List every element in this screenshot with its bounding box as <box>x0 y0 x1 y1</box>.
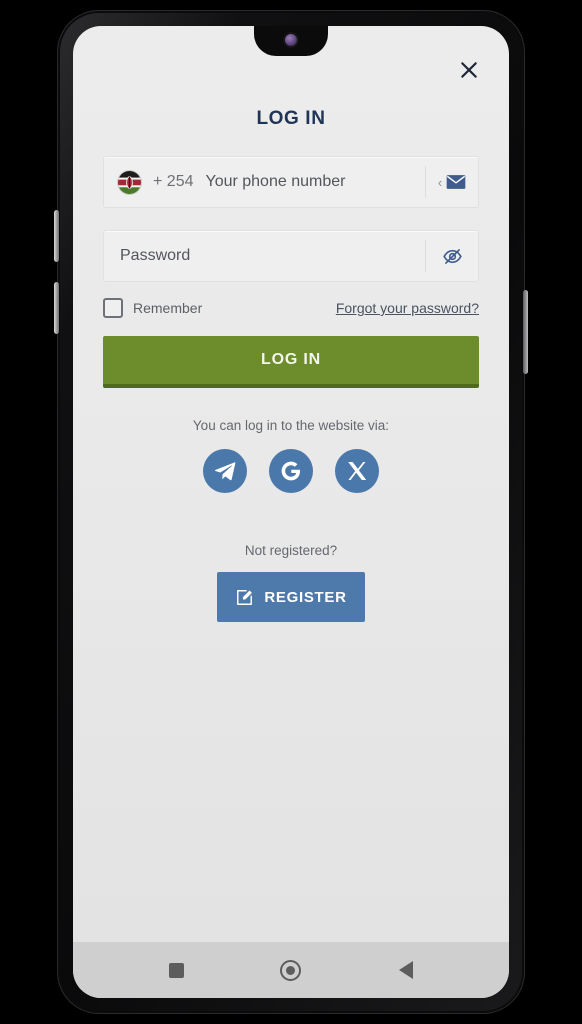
nav-home-button[interactable] <box>269 948 313 992</box>
telegram-icon <box>213 459 237 483</box>
android-navigation-bar <box>73 942 509 998</box>
edit-pencil-icon <box>235 588 254 607</box>
x-icon <box>345 459 369 483</box>
nav-recents-button[interactable] <box>154 948 198 992</box>
front-camera-icon <box>285 34 297 46</box>
toggle-password-visibility-button[interactable] <box>426 230 478 282</box>
country-dial-code[interactable]: + 254 <box>153 173 193 191</box>
password-field[interactable] <box>103 230 479 282</box>
phone-number-field[interactable]: + 254 ‹ <box>103 156 479 208</box>
kenya-flag-icon[interactable] <box>118 170 141 194</box>
register-caption: Not registered? <box>244 543 338 558</box>
chevron-left-icon: ‹ <box>437 174 443 190</box>
circle-home-icon <box>280 959 302 981</box>
phone-device-frame: LOG IN + 254 Your phone number ‹ Passwor… <box>54 10 528 1014</box>
close-button[interactable] <box>453 56 485 88</box>
password-input[interactable] <box>104 247 425 265</box>
volume-up-button[interactable] <box>54 210 59 262</box>
square-recents-icon <box>168 962 184 978</box>
social-login-caption: You can log in to the website via: <box>192 418 390 433</box>
social-login-x-button[interactable] <box>335 449 379 493</box>
remember-checkbox[interactable] <box>103 298 123 318</box>
waterdrop-notch <box>254 26 328 56</box>
triangle-back-icon <box>398 961 413 979</box>
remember-checkbox-wrapper[interactable]: Remember <box>103 298 202 318</box>
social-login-telegram-button[interactable] <box>203 449 247 493</box>
phone-number-input[interactable] <box>193 173 425 191</box>
login-page: LOG IN + 254 Your phone number ‹ Passwor… <box>73 26 509 998</box>
remember-row: Remember Forgot your password? <box>103 298 479 318</box>
page-title: LOG IN <box>256 108 326 129</box>
eye-slash-icon <box>442 246 463 267</box>
power-button[interactable] <box>523 290 528 374</box>
register-button-label: REGISTER <box>264 588 347 606</box>
close-icon <box>459 60 479 85</box>
social-login-google-button[interactable] <box>269 449 313 493</box>
email-icon <box>446 172 466 192</box>
nav-back-button[interactable] <box>384 948 428 992</box>
register-button[interactable]: REGISTER <box>217 572 365 622</box>
switch-to-email-button[interactable]: ‹ <box>426 156 478 208</box>
forgot-password-link[interactable]: Forgot your password? <box>336 300 479 316</box>
volume-down-button[interactable] <box>54 282 59 334</box>
social-login-row <box>103 449 479 493</box>
phone-screen: LOG IN + 254 Your phone number ‹ Passwor… <box>73 26 509 998</box>
login-button[interactable]: LOG IN <box>103 336 479 388</box>
remember-label: Remember <box>133 300 203 316</box>
google-icon <box>279 459 303 483</box>
